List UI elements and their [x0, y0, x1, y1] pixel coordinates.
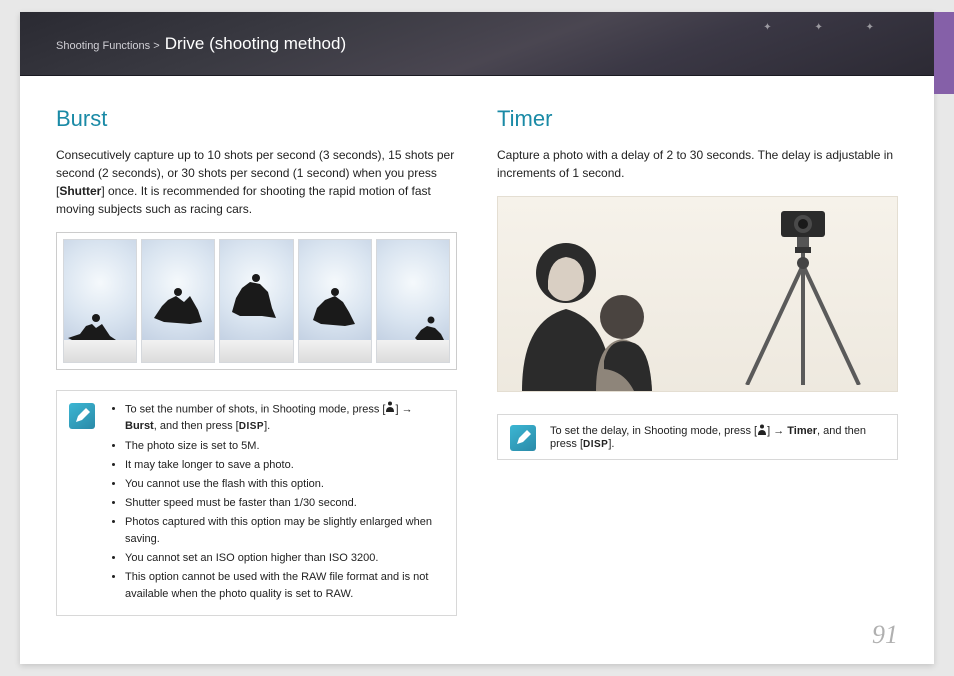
burst-frame-5	[376, 239, 450, 363]
note-text: To set the number of shots, in Shooting …	[125, 403, 385, 415]
burst-section: Burst Consecutively capture up to 10 sho…	[56, 106, 457, 616]
burst-note-item: It may take longer to save a photo.	[125, 457, 444, 474]
timer-note-text: To set the delay, in Shooting mode, pres…	[550, 424, 885, 450]
disp-label: DISP	[239, 421, 264, 432]
note-bold: Burst	[125, 420, 154, 432]
burst-sequence-image	[56, 232, 457, 370]
disp-label: DISP	[583, 439, 608, 450]
page-number: 91	[872, 620, 898, 650]
timer-section: Timer Capture a photo with a delay of 2 …	[497, 106, 898, 616]
pen-note-icon	[510, 425, 536, 451]
timer-illustration	[497, 196, 898, 392]
arrow-text: →	[402, 403, 413, 415]
header-sparkles: ✦ ✦ ✦	[763, 22, 894, 33]
burst-body-shutter: Shutter	[59, 184, 101, 198]
burst-note-item: Photos captured with this option may be …	[125, 514, 444, 548]
burst-note-item: Shutter speed must be faster than 1/30 s…	[125, 495, 444, 512]
breadcrumb-prefix: Shooting Functions >	[56, 40, 163, 52]
timer-body: Capture a photo with a delay of 2 to 30 …	[497, 146, 898, 182]
snowboarder-icon	[66, 306, 118, 346]
couple-silhouette-icon	[504, 231, 684, 391]
burst-note-item: You cannot use the flash with this optio…	[125, 476, 444, 493]
burst-frame-4	[298, 239, 372, 363]
burst-frame-2	[141, 239, 215, 363]
burst-note-list: To set the number of shots, in Shooting …	[109, 401, 444, 605]
page-header: ✦ ✦ ✦ Shooting Functions > Drive (shooti…	[20, 12, 934, 76]
snowboarder-icon	[413, 312, 447, 346]
note-bold: Timer	[787, 425, 817, 437]
note-text: , and then press [	[154, 420, 239, 432]
timer-note-box: To set the delay, in Shooting mode, pres…	[497, 414, 898, 460]
snowboarder-icon	[226, 268, 282, 324]
snowboarder-icon	[150, 282, 206, 332]
burst-note-box: To set the number of shots, in Shooting …	[56, 390, 457, 616]
burst-body-2: ] once. It is recommended for shooting t…	[56, 184, 431, 216]
burst-note-item: The photo size is set to 5M.	[125, 438, 444, 455]
tripod-camera-icon	[727, 205, 877, 385]
snowboarder-icon	[309, 282, 363, 332]
arrow-text: →	[773, 425, 784, 437]
burst-frame-3	[219, 239, 293, 363]
pen-note-icon	[69, 403, 95, 429]
burst-frame-1	[63, 239, 137, 363]
note-text: ].	[608, 438, 614, 450]
burst-heading: Burst	[56, 106, 457, 132]
manual-page: ✦ ✦ ✦ Shooting Functions > Drive (shooti…	[20, 12, 934, 664]
person-icon	[385, 401, 395, 418]
page-content: Burst Consecutively capture up to 10 sho…	[20, 76, 934, 616]
section-tab-indicator	[934, 12, 954, 94]
burst-note-item: You cannot set an ISO option higher than…	[125, 550, 444, 567]
burst-body: Consecutively capture up to 10 shots per…	[56, 146, 457, 218]
note-text: ].	[264, 420, 270, 432]
burst-note-item: This option cannot be used with the RAW …	[125, 569, 444, 603]
person-icon	[757, 424, 767, 438]
breadcrumb-title: Drive (shooting method)	[165, 34, 346, 53]
burst-note-intro: To set the number of shots, in Shooting …	[125, 401, 444, 436]
note-text: To set the delay, in Shooting mode, pres…	[550, 425, 757, 437]
timer-heading: Timer	[497, 106, 898, 132]
